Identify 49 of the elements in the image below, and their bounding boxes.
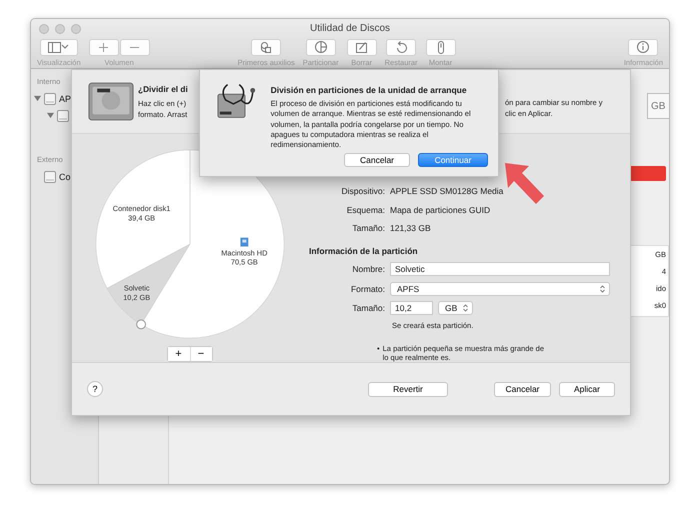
partition-slice[interactable] (106, 244, 190, 325)
disclosure-triangle-icon[interactable] (34, 95, 41, 102)
dialog-title: División en particiones de la unidad de arranque (270, 85, 468, 95)
info-icon (637, 41, 650, 54)
field-label: Nombre: (351, 264, 386, 274)
toolbar-button[interactable] (426, 38, 456, 56)
hard-drive-icon (88, 82, 134, 121)
add-volume-button[interactable] (88, 38, 119, 56)
info-value: 121,33 GB (390, 223, 431, 234)
section-heading: Información de la partición (309, 246, 419, 256)
annotation-arrow (505, 163, 545, 205)
restore-icon (396, 41, 407, 54)
revert-button[interactable]: Revertir (368, 382, 448, 396)
info-value: APPLE SSD SM0128G Media (390, 186, 504, 196)
field-label: Formato: (350, 284, 386, 294)
toolbar-button[interactable] (346, 38, 377, 56)
toolbar-button[interactable] (386, 38, 416, 56)
chevron-icon (61, 44, 70, 50)
window-title: Utilidad de Discos (310, 23, 390, 34)
field-label: Tamaño: (351, 303, 386, 314)
apply-button[interactable]: Aplicar (559, 382, 615, 396)
dialog-button[interactable]: Cancelar (344, 153, 410, 168)
help-button[interactable]: ? (87, 381, 103, 397)
unit-select[interactable]: GB (438, 301, 473, 316)
size-field[interactable]: 10,2 (390, 301, 433, 316)
sheet-title: ¿Dividir el di (138, 84, 189, 94)
sidebar-item-label[interactable]: Co (59, 172, 71, 182)
format-select[interactable]: APFS (390, 282, 610, 296)
partition-map-button[interactable]: − (190, 347, 212, 361)
plus-icon (99, 42, 108, 52)
toolbar-button[interactable] (628, 38, 658, 56)
info-label: Tamaño: (351, 223, 386, 234)
info-value: Mapa de particiones GUID (390, 204, 490, 215)
sidebar-item-label[interactable]: AP (59, 94, 72, 104)
sidebar-icon (48, 42, 62, 53)
info-label: Esquema: (346, 204, 386, 215)
resize-handle[interactable] (136, 319, 146, 330)
toolbar-button[interactable] (251, 38, 282, 56)
info-label: Dispositivo: (340, 186, 386, 196)
cancel-button[interactable]: Cancelar (494, 382, 551, 396)
mount-icon (438, 40, 444, 54)
size-box: GB (647, 93, 669, 119)
disclosure-triangle-icon[interactable] (47, 112, 54, 119)
name-field[interactable]: Solvetic (390, 262, 610, 276)
pie-icon (314, 41, 327, 54)
stepper-arrows-icon (463, 304, 468, 312)
sidebar-toggle-button[interactable] (40, 38, 78, 56)
stepper-arrows-icon (600, 284, 605, 293)
toolbar-button[interactable] (306, 38, 336, 56)
